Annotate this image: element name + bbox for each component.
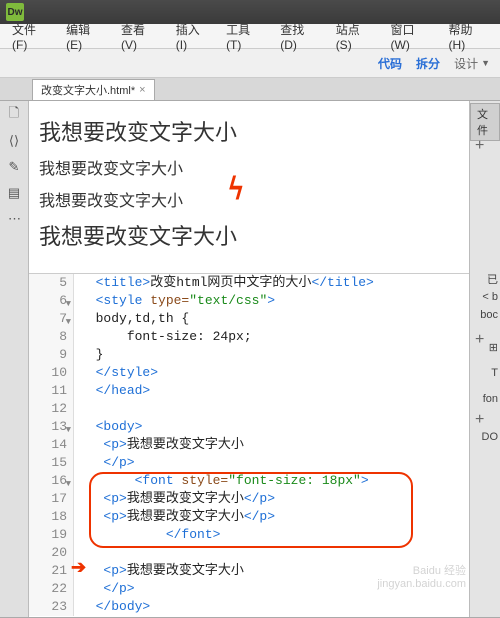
file-icon[interactable]: 🗋 [5,107,23,123]
menu-edit[interactable]: 编辑(E) [58,21,113,52]
view-code[interactable]: 代码 [378,55,402,72]
menu-window[interactable]: 窗口(W) [383,21,441,52]
panel-label-2: < b [482,291,498,303]
live-preview: 我想要改变文字大小 我想要改变文字大小 我想要改变文字大小 我想要改变文字大小 … [29,101,469,274]
view-split[interactable]: 拆分 [416,55,440,72]
lightning-icon: ϟ [229,168,243,208]
preview-text-1: 我想要改变文字大小 [39,115,459,147]
wand-icon[interactable]: ✎ [5,159,23,175]
preview-text-2: 我想要改变文字大小 [39,155,459,179]
right-panel: 文件 + 已 < b boc + ⊞ T fon + DO [469,101,500,617]
panel-label-1: 已 [487,271,498,287]
panel-label-3: boc [480,309,498,321]
app-logo: Dw [6,3,24,21]
file-tab-title: 改变文字大小.html* [41,82,135,98]
preview-text-4: 我想要改变文字大小 [39,219,459,251]
document-tabs: 改变文字大小.html* × [0,78,500,101]
close-icon[interactable]: × [139,84,145,96]
menubar: 文件(F) 编辑(E) 查看(V) 插入(I) 工具(T) 查找(D) 站点(S… [0,24,500,49]
editor-content: 我想要改变文字大小 我想要改变文字大小 我想要改变文字大小 我想要改变文字大小 … [29,101,469,617]
plus-icon-2[interactable]: + [475,331,484,349]
menu-file[interactable]: 文件(F) [4,21,58,52]
files-panel-tab[interactable]: 文件 [470,103,500,141]
panel-icon-4[interactable]: DO [482,431,499,443]
plus-icon-3[interactable]: + [475,411,484,429]
panel-icon-2[interactable]: T [491,367,498,379]
view-toolbar: 代码 拆分 设计▼ [0,49,500,78]
menu-insert[interactable]: 插入(I) [168,21,218,52]
code-editor[interactable]: 5 <title>改变html网页中文字的大小</title> 6▼ <styl… [29,274,469,617]
preview-text-3: 我想要改变文字大小 [39,187,459,211]
left-toolbar: 🗋 ⟨⟩ ✎ ▤ ⋯ [0,101,29,617]
panel-icon-3[interactable]: fon [483,393,498,405]
plus-icon[interactable]: + [475,137,484,155]
file-tab[interactable]: 改变文字大小.html* × [32,79,155,100]
menu-find[interactable]: 查找(D) [272,21,327,52]
panel-icon-1[interactable]: ⊞ [489,341,498,354]
menu-view[interactable]: 查看(V) [113,21,168,52]
layers-icon[interactable]: ▤ [5,185,23,201]
view-design[interactable]: 设计▼ [454,55,490,72]
menu-help[interactable]: 帮助(H) [441,21,496,52]
menu-tools[interactable]: 工具(T) [218,21,272,52]
brackets-icon[interactable]: ⟨⟩ [5,133,23,149]
more-icon[interactable]: ⋯ [5,211,23,227]
menu-site[interactable]: 站点(S) [328,21,383,52]
chevron-down-icon: ▼ [481,58,490,68]
